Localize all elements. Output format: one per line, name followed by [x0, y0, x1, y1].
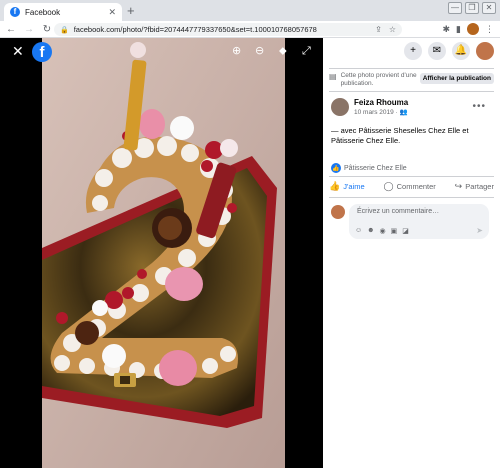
window-controls: — ❐ ✕ [448, 2, 496, 14]
post-info-icon: ▤ [329, 72, 337, 81]
tab-bar: f Facebook ✕ + — ❐ ✕ [0, 0, 500, 21]
post-author: Feiza Rhouma 10 mars 2019 · 👥 [331, 98, 408, 116]
gif-icon[interactable]: ▣ [391, 227, 398, 235]
facebook-favicon-icon: f [10, 7, 20, 17]
photo-viewer: ✕ f ⊕ ⊖ ⬥ ⤢ [0, 38, 323, 468]
tag-icon[interactable]: ⬥ [279, 46, 287, 57]
actions-divider [329, 197, 494, 198]
tab-title: Facebook [25, 7, 61, 17]
share-label: Partager [465, 182, 494, 191]
reaction-divider [329, 176, 494, 177]
browser-tab[interactable]: f Facebook ✕ [4, 3, 122, 21]
notifications-bell-icon[interactable]: 🔔 [452, 42, 470, 60]
number-two-cake-image [42, 38, 285, 468]
share-arrow-icon: ↪ [454, 181, 463, 191]
maximize-button[interactable]: ❐ [465, 2, 479, 14]
close-window-button[interactable]: ✕ [482, 2, 496, 14]
reaction-summary[interactable]: 👍 Pâtisserie Chez Elle [331, 163, 407, 173]
address-bar[interactable]: 🔒 facebook.com/photo/?fbid=2074447779337… [54, 23, 402, 36]
messenger-icon[interactable]: ✉ [428, 42, 446, 60]
author-name[interactable]: Feiza Rhouma [354, 98, 408, 107]
extensions-puzzle-icon[interactable]: ✱ [443, 24, 451, 35]
post-side-panel: + ✉ 🔔 ▤ Cette photo provient d'une publi… [323, 38, 500, 468]
side-panel-icon[interactable]: ▮ [456, 24, 461, 35]
share-page-icon[interactable]: ⇪ [375, 25, 382, 34]
photo-source-notice: ▤ Cette photo provient d'une publication… [329, 72, 421, 87]
forward-arrow-icon[interactable]: → [22, 24, 36, 35]
tab-close-icon[interactable]: ✕ [108, 7, 116, 18]
emoji-icon[interactable]: ☻ [367, 227, 374, 235]
comment-composer: Écrivez un commentaire… ☺ ☻ ◉ ▣ ◪ ➤ [331, 204, 489, 239]
comment-input[interactable]: Écrivez un commentaire… ☺ ☻ ◉ ▣ ◪ ➤ [349, 204, 489, 239]
facebook-logo-icon[interactable]: f [32, 42, 52, 62]
like-button[interactable]: 👍 J'aime [329, 181, 365, 192]
notice-divider [329, 91, 494, 92]
minimize-button[interactable]: — [448, 2, 462, 14]
create-plus-icon[interactable]: + [404, 42, 422, 60]
browser-toolbar: ← → ↻ 🔒 facebook.com/photo/?fbid=2074447… [0, 21, 500, 38]
close-viewer-icon[interactable]: ✕ [12, 44, 24, 58]
account-avatar[interactable] [476, 42, 494, 60]
camera-icon[interactable]: ◉ [380, 227, 386, 235]
like-label: J'aime [343, 182, 365, 191]
bookmark-star-icon[interactable]: ☆ [389, 25, 396, 34]
cake-photo [42, 38, 285, 468]
profile-avatar[interactable] [467, 23, 479, 35]
zoom-in-icon[interactable]: ⊕ [232, 46, 241, 57]
sticker-icon[interactable]: ◪ [402, 227, 409, 235]
lock-icon: 🔒 [60, 26, 69, 34]
post-actions: 👍 J'aime ◯ Commenter ↪ Partager [329, 181, 494, 192]
back-arrow-icon[interactable]: ← [4, 24, 18, 35]
zoom-out-icon[interactable]: ⊖ [255, 46, 264, 57]
notice-text: Cette photo provient d'une publication. [340, 72, 417, 87]
avatar-sticker-icon[interactable]: ☺ [355, 227, 362, 235]
comment-label: Commenter [396, 182, 436, 191]
new-tab-button[interactable]: + [127, 3, 135, 19]
header-actions: + ✉ 🔔 [404, 42, 494, 60]
post-date[interactable]: 10 mars 2019 · 👥 [354, 108, 408, 116]
author-avatar[interactable] [331, 98, 349, 116]
comment-placeholder[interactable]: Écrivez un commentaire… [357, 208, 439, 215]
reload-icon[interactable]: ↻ [40, 24, 54, 35]
more-options-icon[interactable]: ••• [472, 101, 486, 112]
comment-bubble-icon: ◯ [383, 181, 394, 191]
header-divider [329, 68, 494, 69]
send-icon[interactable]: ➤ [476, 226, 483, 235]
commenter-avatar [331, 205, 345, 219]
post-caption: — avec Pâtisserie Sheselles Chez Elle et… [331, 126, 469, 145]
thumbs-up-icon: 👍 [329, 181, 341, 191]
comment-button[interactable]: ◯ Commenter [384, 181, 436, 192]
reaction-names[interactable]: Pâtisserie Chez Elle [344, 165, 407, 172]
fullscreen-icon[interactable]: ⤢ [302, 46, 311, 57]
like-reaction-icon: 👍 [331, 163, 341, 173]
show-publication-button[interactable]: Afficher la publication [419, 73, 494, 84]
browser-menu-icon[interactable]: ⋮ [485, 24, 494, 35]
url-text[interactable]: facebook.com/photo/?fbid=207444777933765… [74, 25, 375, 34]
share-button[interactable]: ↪ Partager [455, 181, 494, 192]
